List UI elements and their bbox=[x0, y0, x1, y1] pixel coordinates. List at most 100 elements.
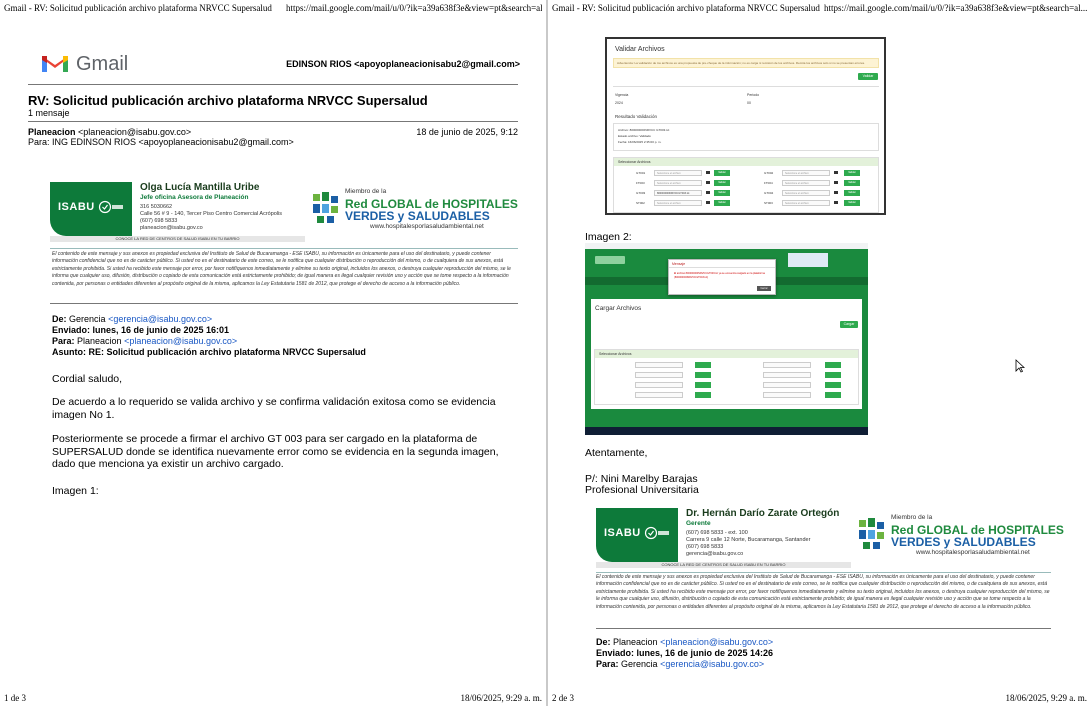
network-small-text: Miembro de la bbox=[345, 188, 387, 195]
file-input[interactable]: 800000000NRVCCGT003.txt bbox=[654, 190, 702, 196]
folder-icon[interactable] bbox=[706, 191, 710, 194]
file-input[interactable]: Seleccione el archivo bbox=[782, 200, 830, 206]
account-label: EDINSON RIOS <apoyoplaneacionisabu2@gmai… bbox=[286, 59, 520, 69]
image-2-label: Imagen 2: bbox=[585, 231, 632, 243]
row-upload-button[interactable] bbox=[825, 362, 841, 368]
signature-block: ISABU Olga Lucía Mantilla Uribe Jefe ofi… bbox=[50, 182, 518, 254]
screenshot-upload-files: Cargar Archivos Cargar Seleccionar Archi… bbox=[585, 243, 868, 435]
forward-from: De: Planeacion <planeacion@isabu.gov.co> bbox=[596, 637, 773, 648]
forward-sent: Enviado: lunes, 16 de junio de 2025 14:2… bbox=[596, 648, 773, 659]
file-input[interactable] bbox=[763, 362, 811, 368]
periodo-label: Periodo bbox=[747, 93, 760, 97]
file-input[interactable]: Seleccione el archivo bbox=[654, 180, 702, 186]
row-validate-button[interactable]: Validar bbox=[714, 180, 730, 186]
print-page-1: Gmail - RV: Solicitud publicación archiv… bbox=[0, 0, 546, 706]
file-input[interactable]: Seleccione el archivo bbox=[782, 170, 830, 176]
network-logo: Miembro de la Red GLOBAL de HOSPITALES V… bbox=[858, 510, 1064, 562]
forward-to: Para: Planeacion <planeacion@isabu.gov.c… bbox=[52, 336, 366, 347]
to-email-link[interactable]: <planeacion@isabu.gov.co> bbox=[124, 336, 237, 346]
isabu-logo: ISABU bbox=[50, 182, 132, 236]
row-validate-button[interactable]: Validar bbox=[714, 200, 730, 206]
print-footer: 1 de 3 18/06/2025, 9:29 a. m. bbox=[4, 693, 542, 703]
from-email-link[interactable]: <gerencia@isabu.gov.co> bbox=[108, 314, 212, 324]
forward-sent: Enviado: lunes, 16 de junio de 2025 16:0… bbox=[52, 325, 366, 336]
row-validate-button[interactable]: Validar bbox=[844, 170, 860, 176]
upload-button[interactable]: Cargar bbox=[840, 321, 858, 328]
modal-message: El archivo 800000000NRVCCGT003.txt ya se… bbox=[674, 272, 765, 279]
network-logo: Miembro de la Red GLOBAL de HOSPITALES V… bbox=[312, 184, 518, 236]
signature-name: Dr. Hernán Darío Zarate Ortegón bbox=[686, 508, 840, 519]
file-input[interactable] bbox=[763, 392, 811, 398]
row-upload-button[interactable] bbox=[695, 362, 711, 368]
signature-phone-2: (607) 698 5833 bbox=[686, 544, 724, 550]
folder-icon[interactable] bbox=[834, 201, 838, 204]
row-validate-button[interactable]: Validar bbox=[714, 170, 730, 176]
divider bbox=[613, 86, 879, 87]
result-title: Resultado Validación bbox=[615, 114, 657, 119]
row-validate-button[interactable]: Validar bbox=[844, 190, 860, 196]
row-upload-button[interactable] bbox=[695, 392, 711, 398]
file-input[interactable]: Seleccione el archivo bbox=[654, 200, 702, 206]
file-code: FT004 bbox=[764, 181, 773, 185]
validate-button[interactable]: Validar bbox=[858, 73, 878, 80]
to-name: Gerencia bbox=[621, 659, 658, 669]
screenshot-validate-files: Validar Archivos Advertencia: La validac… bbox=[605, 37, 886, 215]
from-name: Gerencia bbox=[69, 314, 106, 324]
file-input[interactable]: Seleccione el archivo bbox=[782, 180, 830, 186]
seal-icon bbox=[98, 200, 123, 214]
isabu-logo: ISABU bbox=[596, 508, 678, 562]
sender-line: Planeacion <planeacion@isabu.gov.co> bbox=[28, 127, 191, 137]
modal-close-button[interactable]: Cerrar bbox=[757, 286, 771, 291]
file-row: GT003 800000000NRVCCGT003.txt Validar GT… bbox=[614, 189, 878, 198]
to-email-link[interactable]: <gerencia@isabu.gov.co> bbox=[660, 659, 764, 669]
folder-icon[interactable] bbox=[706, 181, 710, 184]
print-header: Gmail - RV: Solicitud publicación archiv… bbox=[552, 3, 1087, 13]
folder-icon[interactable] bbox=[706, 201, 710, 204]
file-input[interactable] bbox=[635, 372, 683, 378]
print-header-title: Gmail - RV: Solicitud publicación archiv… bbox=[552, 3, 820, 13]
file-input[interactable] bbox=[635, 382, 683, 388]
row-validate-button[interactable]: Validar bbox=[844, 200, 860, 206]
folder-icon[interactable] bbox=[706, 171, 710, 174]
row-upload-button[interactable] bbox=[825, 382, 841, 388]
file-row bbox=[595, 391, 858, 400]
file-row bbox=[595, 381, 858, 390]
validate-title: Validar Archivos bbox=[615, 46, 665, 53]
row-validate-button[interactable]: Validar bbox=[714, 190, 730, 196]
signature-block: ISABU Dr. Hernán Darío Zarate Ortegón Ge… bbox=[596, 508, 1064, 580]
row-validate-button[interactable]: Validar bbox=[844, 180, 860, 186]
file-row: FT003 Seleccione el archivo Validar FT00… bbox=[614, 179, 878, 188]
file-input[interactable] bbox=[635, 362, 683, 368]
signer-role: Profesional Universitaria bbox=[585, 484, 699, 496]
file-input[interactable] bbox=[763, 382, 811, 388]
panel-title: Seleccionar Archivos bbox=[595, 350, 858, 358]
file-input[interactable]: Seleccione el archivo bbox=[782, 190, 830, 196]
signature-phone-2: (607) 698 5833 bbox=[140, 218, 178, 224]
file-input[interactable] bbox=[763, 372, 811, 378]
divider bbox=[50, 303, 518, 304]
file-input[interactable]: Seleccione el archivo bbox=[654, 170, 702, 176]
portal-badge-icon bbox=[788, 253, 828, 267]
network-url: www.hospitalesporlasaludambiental.net bbox=[370, 223, 484, 230]
portal-logo-icon bbox=[595, 256, 625, 264]
row-upload-button[interactable] bbox=[825, 372, 841, 378]
upload-content: Cargar Archivos Cargar Seleccionar Archi… bbox=[591, 299, 862, 409]
file-row: GT001 Seleccione el archivo Validar GT00… bbox=[614, 169, 878, 178]
from-email-link[interactable]: <planeacion@isabu.gov.co> bbox=[660, 637, 773, 647]
isabu-brand: ISABU bbox=[58, 201, 95, 213]
folder-icon[interactable] bbox=[834, 181, 838, 184]
signature-address: Calle 56 # 9 - 140, Tercer Piso Centro C… bbox=[140, 211, 283, 217]
folder-icon[interactable] bbox=[834, 171, 838, 174]
signature-role: Gerente bbox=[686, 520, 711, 527]
file-code: FT003 bbox=[636, 181, 645, 185]
folder-icon[interactable] bbox=[834, 191, 838, 194]
row-upload-button[interactable] bbox=[695, 372, 711, 378]
footer-page: 1 de 3 bbox=[4, 693, 26, 703]
result-box: Archivo: 800000000NRVCC GT003.txt Estado… bbox=[613, 123, 879, 151]
divider bbox=[596, 628, 1051, 629]
row-upload-button[interactable] bbox=[825, 392, 841, 398]
row-upload-button[interactable] bbox=[695, 382, 711, 388]
message-count: 1 mensaje bbox=[28, 108, 70, 118]
file-input[interactable] bbox=[635, 392, 683, 398]
signature-email: planeacion@isabu.gov.co bbox=[140, 225, 203, 231]
